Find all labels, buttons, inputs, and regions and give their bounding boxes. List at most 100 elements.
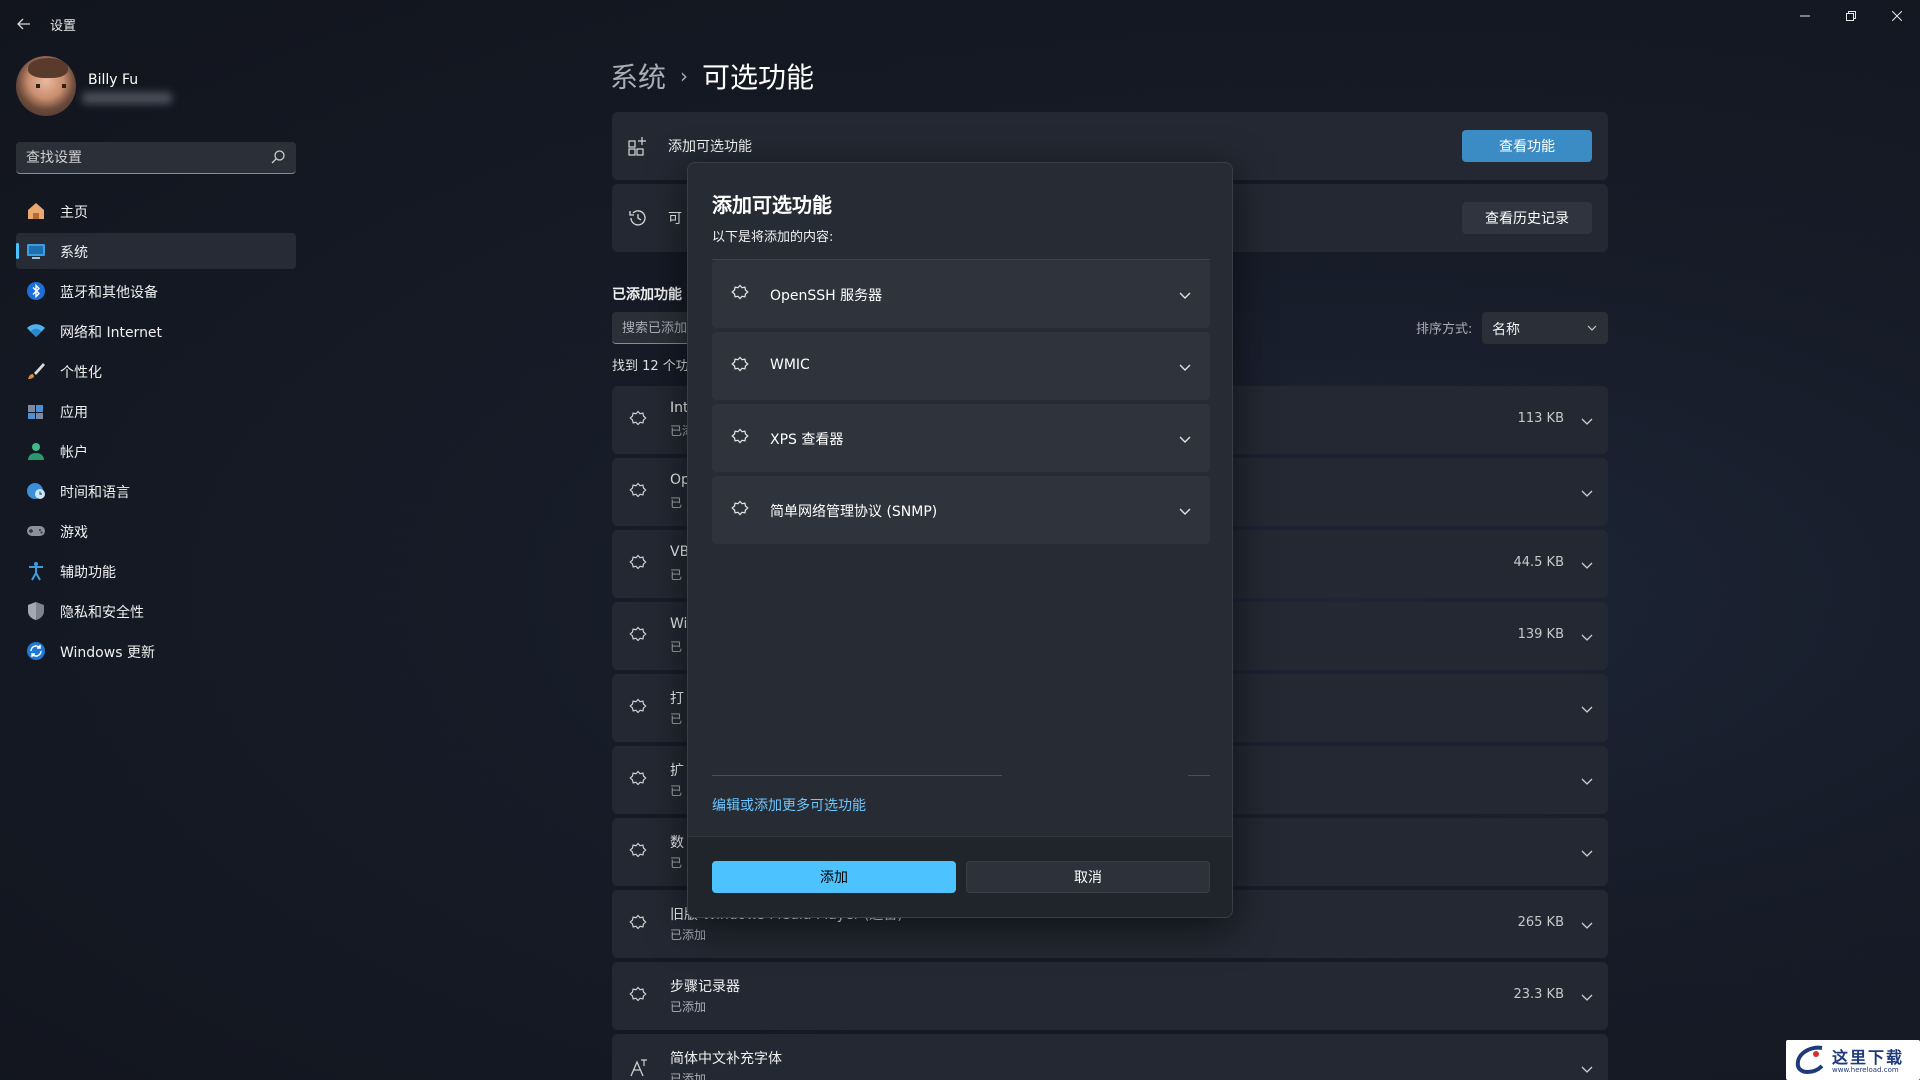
feature-row[interactable]: 简体中文补充字体 已添加: [612, 1034, 1608, 1080]
feature-size: 44.5 KB: [1513, 555, 1564, 570]
dialog-footer: 添加 取消: [688, 836, 1232, 917]
sidebar-item-label: 应用: [60, 405, 88, 421]
feature-status: 已: [670, 568, 683, 582]
feature-row[interactable]: 步骤记录器 已添加 23.3 KB: [612, 962, 1608, 1030]
watermark-url: www.hereload.com: [1832, 1066, 1899, 1074]
feature-size: 113 KB: [1517, 411, 1564, 426]
breadcrumb-parent[interactable]: 系统: [610, 56, 666, 96]
puzzle-gear-icon: [629, 770, 647, 786]
search-input[interactable]: [26, 148, 256, 168]
chevron-down-icon[interactable]: [1580, 486, 1594, 500]
puzzle-gear-icon: [629, 914, 647, 930]
feature-status: 已: [670, 712, 683, 726]
view-features-button[interactable]: 查看功能: [1462, 130, 1592, 162]
dialog-feature-label: XPS 查看器: [770, 432, 844, 448]
sidebar-item-home[interactable]: 主页: [16, 193, 296, 229]
sidebar-item-privacy[interactable]: 隐私和安全性: [16, 593, 296, 629]
dialog-feature-label: WMIC: [770, 357, 810, 373]
puzzle-gear-icon: [629, 842, 647, 858]
sidebar-item-personalization[interactable]: 个性化: [16, 353, 296, 389]
sidebar-item-bluetooth[interactable]: 蓝牙和其他设备: [16, 273, 296, 309]
app-title: 设置: [50, 19, 77, 34]
feature-status: 已: [670, 784, 683, 798]
feature-size: 23.3 KB: [1513, 987, 1564, 1002]
wifi-icon: [27, 324, 45, 337]
add-button[interactable]: 添加: [712, 861, 956, 893]
edit-more-features-link[interactable]: 编辑或添加更多可选功能: [712, 795, 866, 815]
globe-clock-icon: [27, 483, 45, 499]
sidebar-item-system[interactable]: 系统: [16, 233, 296, 269]
watermark-logo: 这里下载 www.hereload.com: [1786, 1040, 1920, 1080]
puzzle-gear-icon: [731, 284, 749, 300]
user-email-blurred: [82, 92, 172, 104]
feature-status: 已添加: [670, 1072, 707, 1080]
sidebar-item-apps[interactable]: 应用: [16, 393, 296, 429]
gamepad-icon: [27, 526, 45, 536]
chevron-down-icon[interactable]: [1580, 1062, 1594, 1076]
dialog-feature-item[interactable]: 简单网络管理协议 (SNMP): [712, 476, 1210, 544]
sidebar-item-label: 辅助功能: [60, 565, 116, 581]
close-icon: [1892, 11, 1902, 21]
chevron-down-icon[interactable]: [1580, 702, 1594, 716]
restore-button[interactable]: [1828, 0, 1874, 32]
sidebar-nav: 主页 系统 蓝牙和其他设备 网络和 Internet 个性化 应用 帐户 时间和…: [16, 193, 296, 673]
font-icon: [630, 1059, 647, 1077]
feature-name: Int: [670, 400, 689, 416]
watermark-swoosh-icon: [1795, 1045, 1824, 1074]
dialog-feature-item[interactable]: XPS 查看器: [712, 404, 1210, 472]
chevron-down-icon[interactable]: [1580, 990, 1594, 1004]
chevron-down-icon[interactable]: [1580, 918, 1594, 932]
chevron-down-icon[interactable]: [1580, 630, 1594, 644]
history-label: 可: [668, 211, 682, 227]
sidebar-item-network[interactable]: 网络和 Internet: [16, 313, 296, 349]
close-button[interactable]: [1874, 0, 1920, 32]
dialog-feature-label: OpenSSH 服务器: [770, 288, 883, 304]
settings-search-box[interactable]: [16, 142, 296, 174]
user-name: Billy Fu: [88, 72, 139, 88]
sidebar-item-label: 蓝牙和其他设备: [60, 285, 158, 301]
sidebar-item-label: 时间和语言: [60, 485, 130, 501]
minimize-button[interactable]: [1782, 0, 1828, 32]
puzzle-gear-icon: [629, 986, 647, 1002]
sidebar-item-label: 帐户: [60, 445, 88, 461]
chevron-down-icon[interactable]: [1580, 774, 1594, 788]
dialog-feature-label: 简单网络管理协议 (SNMP): [770, 504, 938, 520]
search-icon[interactable]: [270, 149, 286, 165]
sort-dropdown[interactable]: 名称: [1482, 312, 1608, 344]
account-icon: [28, 443, 44, 460]
sidebar-item-accessibility[interactable]: 辅助功能: [16, 553, 296, 589]
sidebar-item-gaming[interactable]: 游戏: [16, 513, 296, 549]
add-optional-features-dialog: 添加可选功能 以下是将添加的内容: OpenSSH 服务器 WMIC XPS 查…: [687, 162, 1233, 918]
chevron-down-icon[interactable]: [1178, 288, 1192, 302]
dialog-feature-item[interactable]: WMIC: [712, 332, 1210, 400]
cancel-button[interactable]: 取消: [966, 861, 1210, 893]
dialog-feature-item[interactable]: OpenSSH 服务器: [712, 260, 1210, 328]
sidebar-item-label: 网络和 Internet: [60, 325, 163, 341]
accessibility-icon: [29, 562, 43, 581]
chevron-down-icon[interactable]: [1580, 558, 1594, 572]
sidebar-item-windows-update[interactable]: Windows 更新: [16, 633, 296, 669]
dialog-title: 添加可选功能: [712, 193, 832, 217]
sidebar-item-label: 系统: [60, 245, 88, 261]
title-bar: 设置: [0, 0, 1920, 46]
puzzle-gear-icon: [629, 554, 647, 570]
chevron-down-icon[interactable]: [1178, 432, 1192, 446]
home-icon: [28, 203, 44, 219]
puzzle-gear-icon: [731, 428, 749, 444]
avatar[interactable]: [16, 56, 76, 116]
chevron-down-icon[interactable]: [1178, 360, 1192, 374]
chevron-down-icon[interactable]: [1178, 504, 1192, 518]
bluetooth-icon: [27, 282, 45, 300]
chevron-down-icon[interactable]: [1580, 846, 1594, 860]
sidebar-item-accounts[interactable]: 帐户: [16, 433, 296, 469]
brush-icon: [28, 363, 45, 379]
minimize-icon: [1800, 15, 1810, 17]
chevron-down-icon[interactable]: [1580, 414, 1594, 428]
back-button[interactable]: [12, 12, 36, 36]
history-icon: [629, 210, 646, 226]
feature-name: 步骤记录器: [670, 979, 740, 995]
watermark-text: 这里下载: [1832, 1048, 1905, 1067]
sidebar-item-time-language[interactable]: 时间和语言: [16, 473, 296, 509]
view-history-button[interactable]: 查看历史记录: [1462, 202, 1592, 234]
restore-icon: [1846, 11, 1856, 21]
